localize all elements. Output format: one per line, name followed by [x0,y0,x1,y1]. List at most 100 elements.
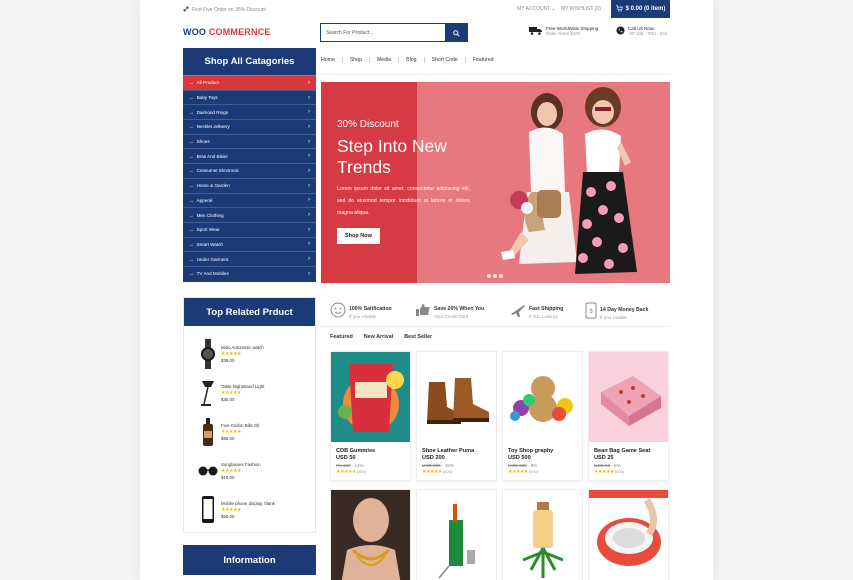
product-card[interactable] [588,489,669,580]
category-list: → All Product › → Baby Toys › → Daimond Rings › →… [183,75,316,281]
product-tab[interactable]: Featured [330,334,353,340]
benefit-sub: If you Unable [600,314,628,320]
benefit-sub: If You Loab pc [529,314,559,319]
my-account-link[interactable]: MY ACCOUNT ⌄ [517,6,556,12]
product-card[interactable]: Bean Bag Game Seat USD 25 USD 50 - 8% ★★… [588,351,669,481]
lamp-thumbnail [201,381,214,406]
nav-item[interactable]: Shop [341,57,369,63]
product-price: USD 50 [336,455,356,461]
search-icon [452,24,460,42]
category-item[interactable]: → Bras And Bikini › [183,148,316,163]
product-tab[interactable]: Best Seller [404,334,432,340]
arrow-right-icon: → [189,271,194,277]
search-input[interactable]: Search For Product... [321,24,445,41]
thumbs-up-icon [415,302,431,323]
benefit-title: Save 20% When You [434,306,485,312]
search-bar: Search For Product... [320,23,468,42]
category-item[interactable]: → Men Clothing › [183,207,316,222]
category-label: Consumer Electronic [196,168,240,174]
category-item[interactable]: → Home & Garden › [183,177,316,193]
product-card[interactable] [416,489,497,580]
product-price: USD 200 [422,455,445,461]
product-price: USD 25 [594,455,614,461]
category-item[interactable]: → Apperal › [183,192,316,208]
product-image [417,490,496,580]
promo-banner: First Five Order on 35% Discount [183,6,266,14]
product-card[interactable] [502,489,583,580]
phone-thumbnail [202,496,214,523]
my-wishlist-link[interactable]: MY WISHLIST (0) [561,6,601,12]
truck-icon [529,26,543,36]
chevron-right-icon: › [308,241,310,248]
category-label: Necklet Jellwery [196,124,230,130]
product-card[interactable]: Toy Shop graphy USD 500 USD 600 - 8% ★★★… [502,351,583,481]
category-item[interactable]: → All Product › [183,75,316,90]
shop-now-button[interactable]: Shop Now [337,228,380,244]
related-item[interactable]: Mobile phone display, blank ★★★★★ $50.00 [198,495,308,525]
category-label: Shoes [196,139,210,145]
category-item[interactable]: → Consumer Electronic › [183,163,316,178]
arrow-right-icon: → [189,153,194,159]
category-item[interactable]: → Shoes › [183,133,316,149]
category-label: Bras And Bikini [196,153,228,159]
arrow-right-icon: → [189,227,194,233]
promo-text: First Five Order on 35% Discount [192,7,266,13]
information-title: Information [183,545,316,575]
arrow-right-icon: → [189,124,194,130]
category-item[interactable]: → Daimond Rings › [183,104,316,119]
arrow-right-icon: → [189,139,194,145]
search-button[interactable] [445,24,467,41]
nav-item[interactable]: Featured [464,57,501,63]
nav-item[interactable]: Short Code [423,57,465,63]
rating-stars: ★★★★★ (500) [594,469,625,475]
category-item[interactable]: → Baby Toys › [183,89,316,105]
related-item[interactable]: Mido Automatic watch ★★★★★ $39.00 [198,339,308,369]
category-item[interactable]: → Under Garment › [183,251,316,266]
logo-commerce: COMMERNCE [208,27,271,37]
rating-stars: ★★★★★ (500) [508,469,539,475]
product-card[interactable]: Shoe Leather Puma USD 200 USD 350 - 16% … [416,351,497,481]
product-name: CDB Gummies [336,448,376,454]
related-item[interactable]: Sunglasses Fashion ★★★★★ $10.00 [198,456,308,486]
product-name: Shoe Leather Puma [422,448,475,454]
call-number: +97 235 - 7881 - 934 [628,31,667,36]
benefit-shipping: Fast Shipping If You Loab pc [510,302,563,323]
product-tab[interactable]: New Arrival [364,334,393,340]
chevron-right-icon: › [308,226,310,233]
category-item[interactable]: → Smart Watch › [183,236,316,252]
related-products-panel: Top Related Prduct Mido Automatic watch … [183,297,316,533]
rating-stars: ★★★★★ (500) [422,469,453,475]
site-logo[interactable]: WOO COMMERNCE [183,27,271,37]
related-item[interactable]: Five-Gallon Bills Oil ★★★★★ $65.00 [198,417,308,447]
category-item[interactable]: → TV And Mobiles › [183,265,316,281]
hero-banner: 30% Discount Step Into New Trends Lorem … [321,82,670,283]
carousel-dot[interactable] [499,274,503,278]
related-item-price: $65.00 [221,436,235,441]
phone-icon: $ [585,302,597,324]
nav-item[interactable]: Home [321,57,342,63]
related-item[interactable]: Table Nightstand Light ★★★★★ $35.00 [198,378,308,408]
nav-item[interactable]: Media [368,57,398,63]
product-card[interactable] [330,489,411,580]
product-card[interactable]: CDB Gummies USD 50 Rs 150 - 11% ★★★★★ (5… [330,351,411,481]
rating-stars: ★★★★★ (500) [336,469,367,475]
carousel-dots [487,274,503,278]
chevron-right-icon: › [308,94,310,101]
shipping-sub: Order Above $100 [546,31,580,36]
benefit-sub: If you Unable [349,314,377,319]
category-item[interactable]: → Sport Wear › [183,221,316,237]
arrow-right-icon: → [189,80,194,86]
arrow-right-icon: → [189,256,194,262]
category-label: Men Clothing [196,212,224,218]
cart-button[interactable]: $ 0.00 (0 item) [611,0,670,18]
nav-item[interactable]: Blog [398,57,423,63]
carousel-dot[interactable] [493,274,497,278]
chevron-right-icon: › [308,138,310,145]
related-title: Top Related Prduct [184,298,315,326]
arrow-right-icon: → [189,183,194,189]
product-old-price: USD 50 - 8% [594,463,621,468]
category-item[interactable]: → Necklet Jellwery › [183,119,316,134]
arrow-right-icon: → [189,168,194,174]
carousel-dot[interactable] [487,274,491,278]
product-tabs: Featured New Arrival Best Seller [330,334,432,340]
